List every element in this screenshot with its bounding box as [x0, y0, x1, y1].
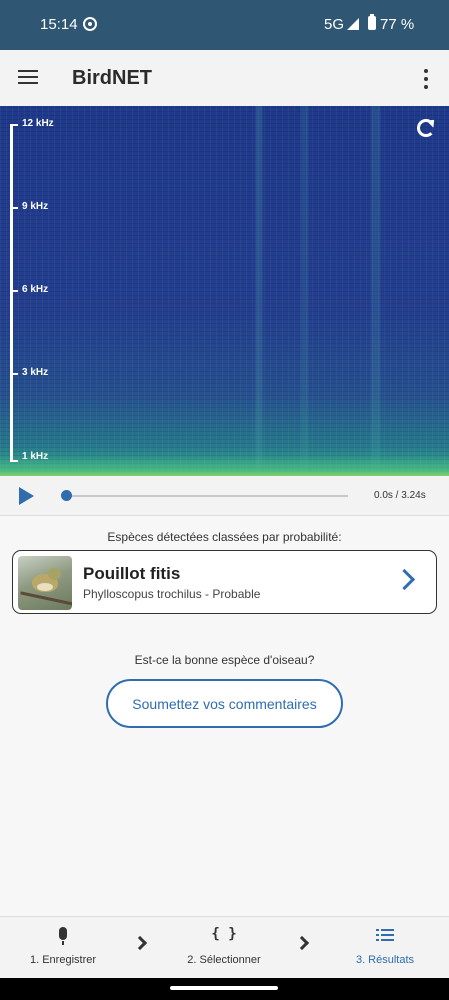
more-options-icon[interactable]	[423, 69, 429, 89]
refresh-icon[interactable]	[417, 119, 435, 137]
chevron-right-icon	[294, 935, 310, 951]
battery-percent: 77 %	[380, 16, 415, 33]
nav-select[interactable]: { } 2. Sélectionner	[169, 917, 279, 979]
spectrogram: 12 kHz 9 kHz 6 kHz 3 kHz 1 kHz	[0, 106, 449, 476]
nav-select-label: 2. Sélectionner	[187, 954, 261, 966]
results-header: Espèces détectées classées par probabili…	[107, 530, 342, 544]
frequency-axis	[10, 124, 13, 462]
signal-icon	[347, 18, 359, 30]
network-type: 5G	[324, 16, 345, 33]
slider-thumb[interactable]	[61, 490, 72, 501]
freq-label-1khz: 1 kHz	[22, 451, 49, 462]
list-icon	[376, 929, 394, 941]
bottom-nav: 1. Enregistrer { } 2. Sélectionner 3. Ré…	[0, 916, 449, 978]
home-indicator[interactable]	[0, 978, 449, 1000]
nav-results-label: 3. Résultats	[355, 954, 415, 966]
submit-feedback-button[interactable]: Soumettez vos commentaires	[106, 679, 343, 728]
menu-icon[interactable]	[18, 70, 38, 85]
nav-record[interactable]: 1. Enregistrer	[8, 917, 118, 979]
audio-player: 0.0s / 3.24s	[0, 476, 449, 516]
nav-record-label: 1. Enregistrer	[29, 954, 97, 966]
species-scientific-name: Phylloscopus trochilus - Probable	[83, 587, 261, 601]
freq-label-3khz: 3 kHz	[22, 367, 49, 378]
chevron-right-icon[interactable]	[393, 568, 416, 591]
mic-icon	[59, 927, 67, 945]
nav-results[interactable]: 3. Résultats	[330, 917, 440, 979]
time-readout: 0.0s / 3.24s	[374, 490, 426, 501]
play-icon[interactable]	[19, 487, 34, 505]
freq-label-6khz: 6 kHz	[22, 284, 49, 295]
freq-label-12khz: 12 kHz	[22, 118, 54, 129]
freq-label-9khz: 9 kHz	[22, 201, 49, 212]
species-name: Pouillot fitis	[83, 564, 181, 583]
playback-slider[interactable]	[66, 495, 348, 497]
species-card[interactable]: Pouillot fitis Phylloscopus trochilus - …	[12, 550, 437, 614]
braces-icon: { }	[211, 926, 237, 942]
feedback-question: Est-ce la bonne espèce d'oiseau?	[134, 653, 315, 667]
app-bar: BirdNET	[0, 50, 449, 106]
battery-icon	[368, 14, 376, 30]
chevron-right-icon	[132, 935, 148, 951]
bird-photo	[18, 556, 72, 610]
app-title: BirdNET	[72, 67, 152, 89]
status-time: 15:14	[40, 16, 78, 33]
notification-icon	[83, 17, 97, 31]
status-bar: 15:14 5G 77 %	[0, 0, 449, 50]
